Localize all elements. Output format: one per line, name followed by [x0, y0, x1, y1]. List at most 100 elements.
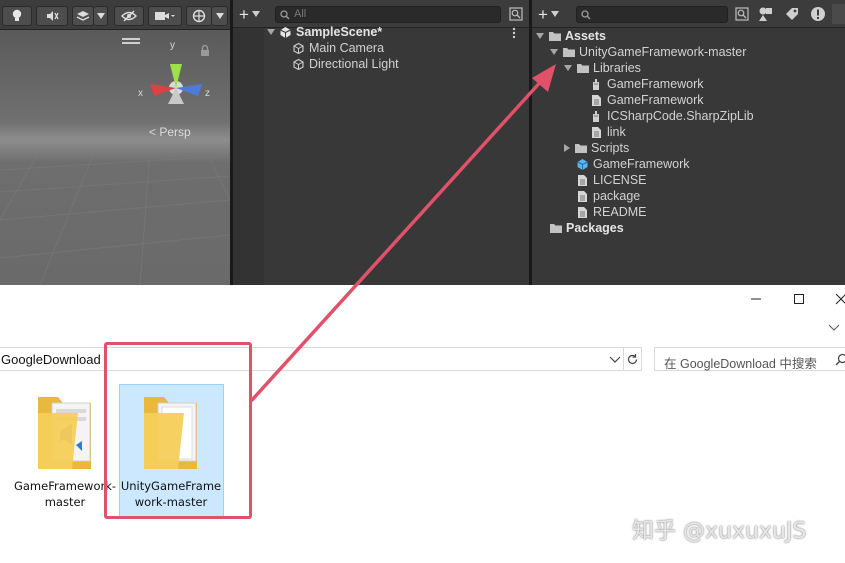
project-tree-item-label: LICENSE [593, 173, 647, 187]
lighting-toggle-button[interactable] [2, 6, 32, 26]
gizmos-button[interactable] [186, 6, 212, 26]
chevron-down-icon[interactable] [609, 355, 621, 365]
effects-toggle-button[interactable] [72, 6, 94, 26]
document-icon [576, 174, 589, 187]
project-tree-item[interactable]: ICSharpCode.SharpZipLib [590, 108, 754, 124]
project-tree-item-label: Scripts [591, 141, 630, 155]
search-icon [280, 10, 290, 20]
project-tree-item[interactable]: GameFramework [590, 92, 704, 108]
scene-view[interactable]: y x z < Persp [0, 30, 230, 285]
hierarchy-gutter [233, 28, 264, 285]
project-tree-item-label: package [593, 189, 641, 203]
expand-arrow-icon[interactable] [550, 49, 558, 55]
assets-label: Assets [565, 29, 606, 43]
document-icon [590, 126, 603, 139]
gizmos-dropdown[interactable] [212, 6, 228, 26]
project-tree-item[interactable]: GameFramework [576, 156, 690, 172]
project-tree-item[interactable]: README [576, 204, 646, 220]
layers-icon [76, 11, 90, 21]
hierarchy-item-main-camera[interactable]: Main Camera [292, 40, 384, 56]
search-scope-icon[interactable] [735, 7, 749, 21]
folder-icon [550, 223, 562, 233]
file-explorer-window: GoogleDownload 在 GoogleDownload 中搜索 Game… [0, 285, 845, 563]
project-tree-item-label: Libraries [593, 61, 641, 75]
chevron-down-icon [215, 13, 224, 19]
camera-settings-button[interactable] [148, 6, 182, 26]
audio-toggle-button[interactable] [36, 6, 68, 26]
ribbon-expand-icon[interactable] [828, 323, 840, 333]
expand-arrow-icon[interactable] [564, 65, 572, 71]
expand-arrow-icon[interactable] [536, 33, 544, 39]
chevron-down-icon [550, 11, 559, 17]
folder-item-gameframework-master[interactable]: GameFramework-master [12, 389, 118, 510]
project-panel: + Assets UnityGameFramework-master Librar… [532, 0, 845, 285]
warning-icon[interactable] [810, 6, 826, 22]
search-scope-icon[interactable] [509, 7, 523, 21]
project-packages-row[interactable]: Packages [549, 220, 624, 236]
scene-row[interactable]: SampleScene* [267, 24, 382, 40]
address-bar[interactable]: GoogleDownload [0, 347, 624, 371]
project-assets-row[interactable]: Assets [536, 28, 606, 44]
project-tree-item-label: GameFramework [607, 93, 704, 107]
gizmo-globe-icon [192, 9, 206, 23]
project-tree-item[interactable]: GameFramework [590, 76, 704, 92]
chevron-down-icon [96, 13, 105, 19]
create-asset-button[interactable]: + [538, 5, 568, 23]
project-tree-item-label: ICSharpCode.SharpZipLib [607, 109, 754, 123]
gameobject-cube-icon [293, 58, 304, 70]
project-tree-item[interactable]: package [576, 188, 640, 204]
project-tree-item-label: README [593, 205, 647, 219]
minimize-icon [751, 298, 761, 300]
folder-item-label: GameFramework-master [13, 479, 117, 509]
project-tree-item[interactable]: Libraries [564, 60, 641, 76]
cube-prefab-icon [576, 158, 589, 171]
search-placeholder: 在 GoogleDownload 中搜索 [664, 357, 817, 371]
unity-scene-icon [280, 26, 291, 38]
explorer-search-input[interactable]: 在 GoogleDownload 中搜索 [654, 347, 845, 371]
folder-icon [549, 31, 561, 41]
more-options-icon[interactable] [511, 27, 517, 39]
audio-mute-icon [47, 11, 59, 21]
project-tree-item-label: GameFramework [593, 157, 690, 171]
folder-icon [38, 397, 91, 469]
project-tree-item[interactable]: Scripts [564, 140, 629, 156]
packages-label: Packages [566, 221, 624, 235]
create-button[interactable]: + [239, 5, 269, 23]
chevron-down-icon [251, 11, 260, 17]
projection-label[interactable]: < Persp [149, 125, 191, 139]
hierarchy-search-input[interactable]: All [275, 6, 501, 23]
axis-label-z: z [205, 88, 210, 99]
close-button[interactable] [819, 285, 845, 313]
plus-icon: + [538, 4, 548, 24]
document-icon [590, 94, 603, 107]
filter-by-type-icon[interactable] [758, 6, 774, 22]
minimize-button[interactable] [734, 285, 778, 313]
document-icon [576, 206, 589, 219]
axis-label-x: x [138, 88, 143, 99]
filter-by-label-icon[interactable] [784, 6, 800, 22]
expand-arrow-icon[interactable] [267, 29, 275, 35]
watermark-text: 知乎 @xuxuxuJS [632, 519, 807, 544]
lightbulb-icon [12, 9, 22, 21]
folder-icon [574, 142, 587, 155]
scene-visibility-button[interactable] [114, 6, 144, 26]
project-tree-item[interactable]: UnityGameFramework-master [550, 44, 746, 60]
panel-overflow [832, 4, 845, 24]
refresh-icon [627, 354, 638, 365]
project-tree-item[interactable]: link [590, 124, 626, 140]
search-icon [581, 10, 591, 20]
project-search-input[interactable] [576, 6, 728, 23]
effects-dropdown[interactable] [94, 6, 108, 26]
expand-arrow-icon[interactable] [564, 144, 570, 152]
camera-icon [155, 12, 175, 20]
hierarchy-item-directional-light[interactable]: Directional Light [292, 56, 399, 72]
maximize-button[interactable] [777, 285, 821, 313]
assembly-icon [590, 78, 603, 91]
scene-name: SampleScene* [296, 25, 383, 39]
refresh-button[interactable] [624, 347, 642, 371]
project-tree-item-label: link [607, 125, 626, 139]
project-tree-item[interactable]: LICENSE [576, 172, 647, 188]
orientation-gizmo[interactable] [136, 38, 216, 118]
axis-label-y: y [170, 40, 175, 51]
hierarchy-panel: + All SampleScene* Main Camera Direction… [233, 0, 529, 285]
